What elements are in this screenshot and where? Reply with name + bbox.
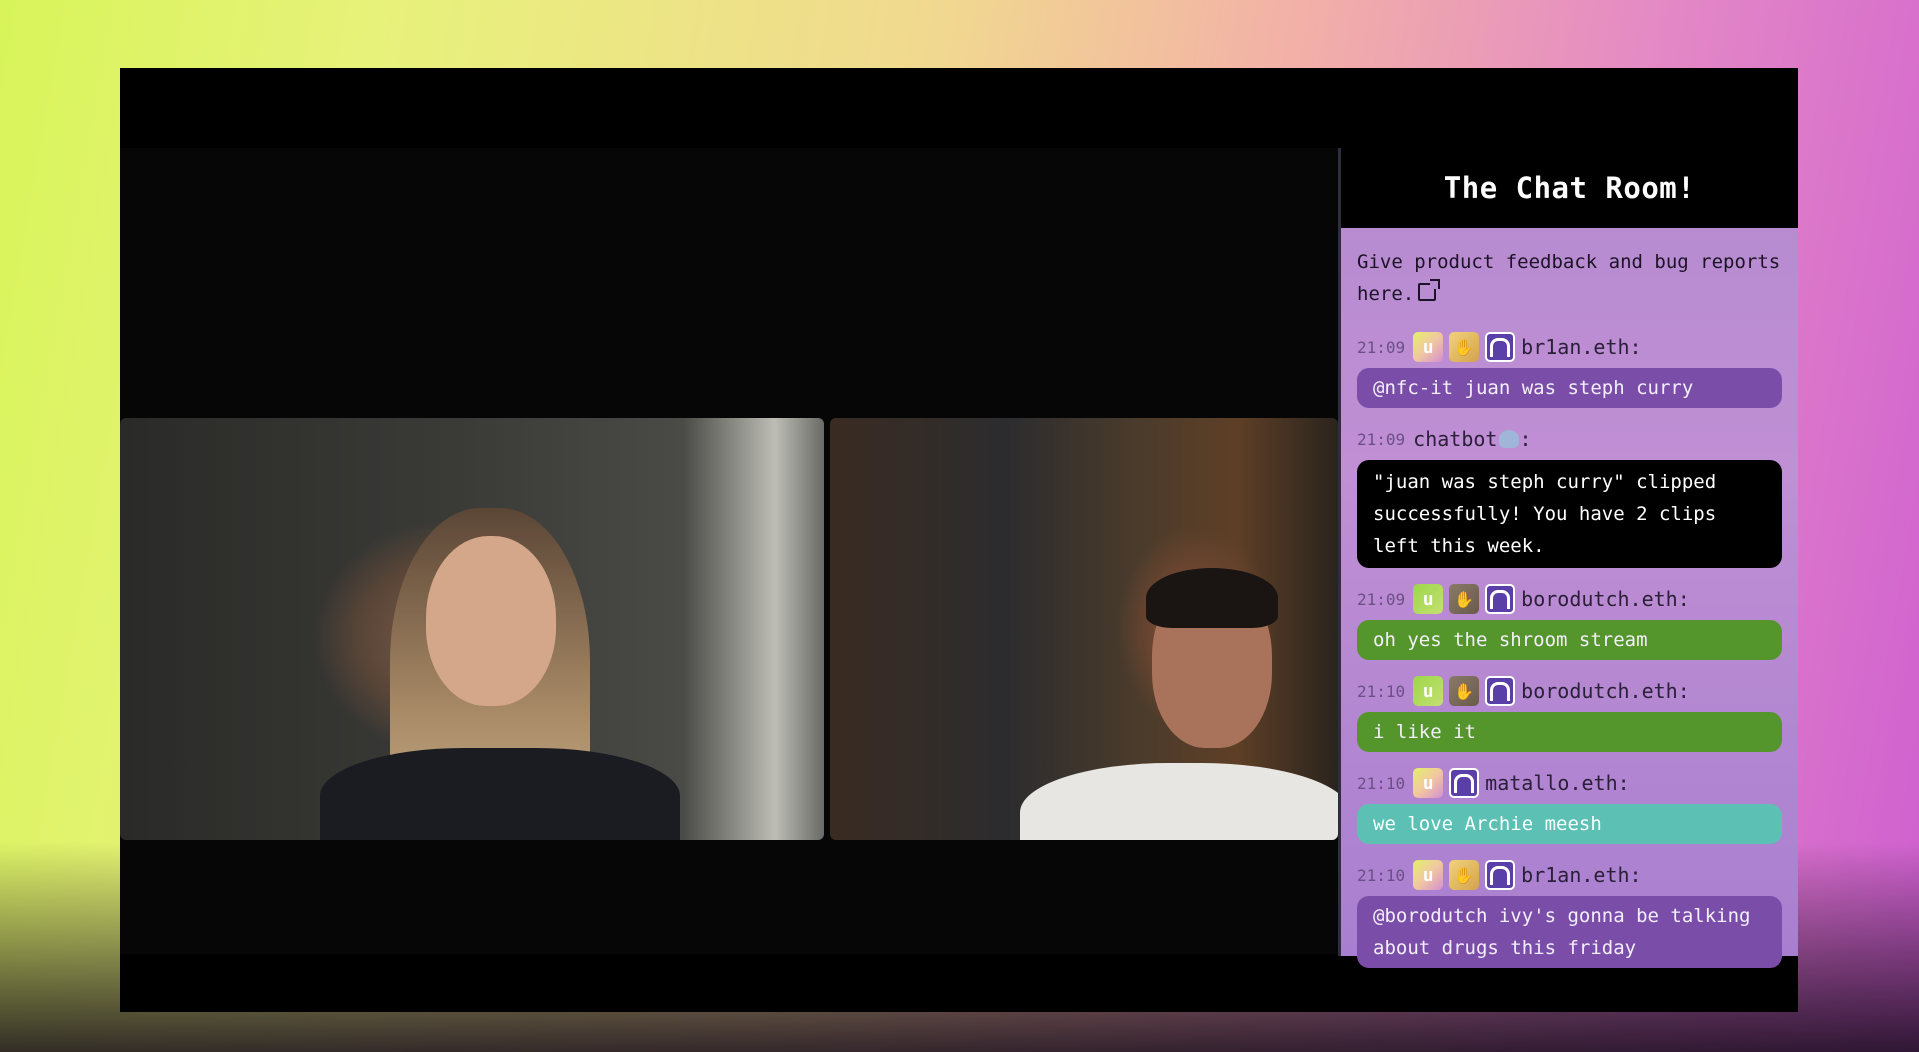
message-bubble: oh yes the shroom stream: [1357, 620, 1782, 660]
message-meta: 21:10 u ✋ borodutch.eth:: [1357, 674, 1782, 708]
message-meta: 21:10 u matallo.eth:: [1357, 766, 1782, 800]
chat-message: 21:09 chatbot : "juan was steph curry" c…: [1357, 422, 1782, 568]
u-badge-icon: u: [1413, 860, 1444, 890]
chat-title: The Chat Room!: [1341, 148, 1798, 228]
arch-badge-icon: [1485, 332, 1516, 362]
external-link-icon[interactable]: [1418, 279, 1441, 301]
participant-video-left[interactable]: [120, 418, 824, 840]
message-username[interactable]: matallo.eth:: [1485, 771, 1630, 795]
arch-badge-icon: [1449, 768, 1480, 798]
u-badge-icon: u: [1413, 676, 1444, 706]
u-badge-icon: u: [1413, 584, 1444, 614]
arch-badge-icon: [1485, 584, 1516, 614]
message-meta: 21:09 u ✋ br1an.eth:: [1357, 330, 1782, 364]
hand-badge-icon: ✋: [1449, 584, 1480, 614]
message-username-suffix: :: [1519, 427, 1532, 451]
message-username[interactable]: borodutch.eth:: [1521, 587, 1690, 611]
chat-message: 21:09 u ✋ br1an.eth: @nfc-it juan was st…: [1357, 330, 1782, 408]
chat-message: 21:09 u ✋ borodutch.eth: oh yes the shro…: [1357, 582, 1782, 660]
arch-badge-icon: [1485, 860, 1516, 890]
hand-badge-icon: ✋: [1449, 332, 1480, 362]
message-meta: 21:10 u ✋ br1an.eth:: [1357, 858, 1782, 892]
participant-video-right[interactable]: [830, 418, 1338, 840]
message-meta: 21:09 u ✋ borodutch.eth:: [1357, 582, 1782, 616]
participant-body: [1020, 763, 1338, 840]
robot-icon: [1499, 430, 1520, 448]
chat-intro[interactable]: Give product feedback and bug reports he…: [1357, 246, 1782, 310]
message-username[interactable]: br1an.eth:: [1521, 863, 1641, 887]
chat-message: 21:10 u ✋ br1an.eth: @borodutch ivy's go…: [1357, 858, 1782, 968]
message-bubble: we love Archie meesh: [1357, 804, 1782, 844]
message-time: 21:10: [1357, 681, 1406, 701]
message-time: 21:10: [1357, 865, 1406, 885]
chat-panel: The Chat Room! Give product feedback and…: [1338, 148, 1798, 968]
message-bubble: "juan was steph curry" clipped successfu…: [1357, 460, 1782, 568]
message-username[interactable]: borodutch.eth:: [1521, 679, 1690, 703]
u-badge-icon: u: [1413, 768, 1444, 798]
stream-stage: The Chat Room! Give product feedback and…: [120, 68, 1798, 1012]
participant-body: [320, 748, 680, 840]
message-meta: 21:09 chatbot :: [1357, 422, 1782, 456]
video-area: [120, 148, 1338, 954]
message-time: 21:09: [1357, 337, 1406, 357]
message-time: 21:09: [1357, 429, 1406, 449]
message-time: 21:09: [1357, 589, 1406, 609]
message-time: 21:10: [1357, 773, 1406, 793]
message-bubble: @nfc-it juan was steph curry: [1357, 368, 1782, 408]
chat-message: 21:10 u ✋ borodutch.eth: i like it: [1357, 674, 1782, 752]
message-bubble: @borodutch ivy's gonna be talking about …: [1357, 896, 1782, 968]
chat-message: 21:10 u matallo.eth: we love Archie mees…: [1357, 766, 1782, 844]
hand-badge-icon: ✋: [1449, 676, 1480, 706]
participant-face: [426, 536, 556, 706]
u-badge-icon: u: [1413, 332, 1444, 362]
hand-badge-icon: ✋: [1449, 860, 1480, 890]
message-bubble: i like it: [1357, 712, 1782, 752]
participant-hair: [1146, 568, 1278, 628]
message-username[interactable]: br1an.eth:: [1521, 335, 1641, 359]
arch-badge-icon: [1485, 676, 1516, 706]
message-username[interactable]: chatbot: [1413, 427, 1497, 451]
